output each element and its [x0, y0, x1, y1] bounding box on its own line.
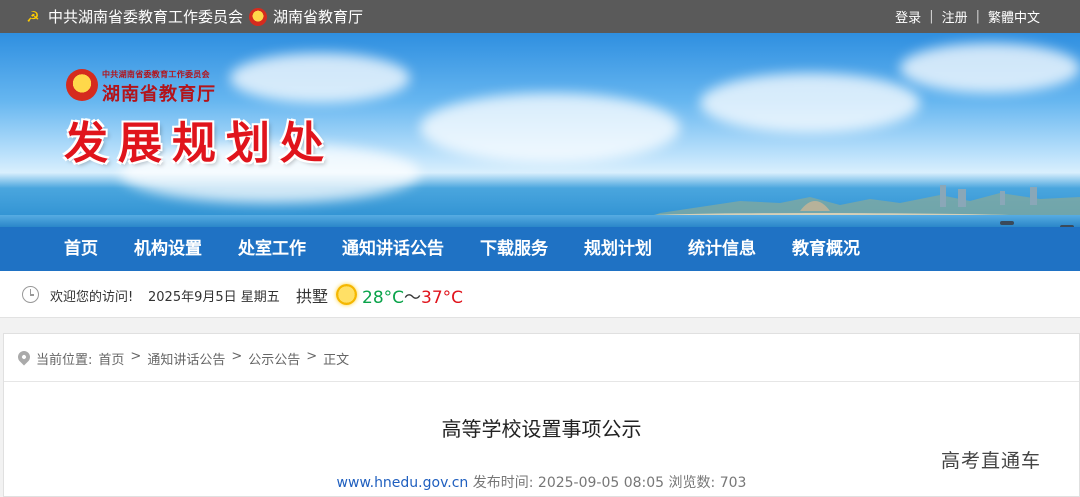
nav-item-overview[interactable]: 教育概况 — [774, 227, 878, 271]
top-bar: ☭ 中共湖南省委教育工作委员会 湖南省教育厅 登录 | 注册 | 繁體中文 — [0, 0, 1080, 33]
traditional-chinese-link[interactable]: 繁體中文 — [988, 7, 1040, 26]
account-links: 登录 | 注册 | 繁體中文 — [895, 0, 1040, 33]
site-title: 发展规划处 — [64, 118, 334, 169]
article-meta: www.hnedu.gov.cn 发布时间: 2025-09-05 08:05 … — [4, 472, 1079, 492]
nav-item-organization[interactable]: 机构设置 — [116, 227, 220, 271]
nav-item-office-work[interactable]: 处室工作 — [220, 227, 324, 271]
breadcrumb-current: 正文 — [323, 353, 350, 368]
org-party-link[interactable]: 中共湖南省委教育工作委员会 — [48, 6, 243, 27]
date-text: 2025年9月5日 星期五 — [148, 290, 280, 305]
info-bar: 欢迎您的访问! 2025年9月5日 星期五 拱墅 28°C～37°C — [0, 271, 1080, 318]
temp-separator: ～ — [404, 288, 422, 308]
nav-item-downloads[interactable]: 下载服务 — [462, 227, 566, 271]
nav-item-notices[interactable]: 通知讲话公告 — [324, 227, 462, 271]
location-pin-icon — [15, 348, 33, 366]
breadcrumb-announcements[interactable]: 公示公告 — [248, 349, 300, 368]
watermark-text: 高考直通车 — [941, 450, 1042, 472]
temperature-range: 28°C～37°C — [362, 283, 463, 308]
org-gov-link[interactable]: 湖南省教育厅 — [273, 6, 363, 27]
org-dept-text: 湖南省教育厅 — [102, 84, 216, 105]
temp-high: 37°C — [421, 288, 464, 308]
nav-item-planning[interactable]: 规划计划 — [566, 227, 670, 271]
breadcrumb-notices[interactable]: 通知讲话公告 — [147, 349, 225, 368]
breadcrumb-prefix: 当前位置: — [36, 353, 93, 368]
breadcrumb-home[interactable]: 首页 — [98, 349, 124, 368]
sun-icon — [336, 284, 357, 305]
breadcrumb-separator: > — [306, 349, 318, 364]
org-links: ☭ 中共湖南省委教育工作委员会 湖南省教育厅 — [24, 0, 363, 33]
party-emblem-icon: ☭ — [26, 7, 40, 26]
register-link[interactable]: 注册 — [942, 7, 968, 26]
nav-item-home[interactable]: 首页 — [46, 227, 116, 271]
divider: | — [929, 9, 934, 24]
weather-city: 拱墅 — [296, 287, 329, 306]
header-banner: 中共湖南省委教育工作委员会 湖南省教育厅 发展规划处 — [0, 33, 1080, 227]
breadcrumb-separator: > — [231, 349, 243, 364]
welcome-text: 欢迎您的访问! — [50, 290, 134, 305]
article-panel: 当前位置: 首页 > 通知讲话公告 > 公示公告 > 正文 高等学校设置事项公示… — [3, 333, 1080, 497]
breadcrumb: 当前位置: 首页 > 通知讲话公告 > 公示公告 > 正文 — [4, 334, 1079, 382]
emblem-icon — [66, 69, 98, 101]
breadcrumb-separator: > — [130, 349, 142, 364]
login-link[interactable]: 登录 — [895, 7, 921, 26]
source-link[interactable]: www.hnedu.gov.cn — [337, 475, 469, 491]
river — [0, 215, 1080, 227]
nav-item-statistics[interactable]: 统计信息 — [670, 227, 774, 271]
publish-time: 发布时间: 2025-09-05 08:05 — [472, 475, 665, 491]
main-nav: 首页 机构设置 处室工作 通知讲话公告 下载服务 规划计划 统计信息 教育概况 — [0, 227, 1080, 271]
org-small-text: 中共湖南省委教育工作委员会 — [102, 70, 210, 79]
divider: | — [975, 9, 980, 24]
temp-low: 28°C — [362, 288, 405, 308]
national-emblem-icon — [249, 7, 268, 26]
clock-icon — [22, 286, 39, 303]
article-title: 高等学校设置事项公示 — [441, 417, 642, 441]
view-count: 浏览数: 703 — [668, 475, 747, 491]
